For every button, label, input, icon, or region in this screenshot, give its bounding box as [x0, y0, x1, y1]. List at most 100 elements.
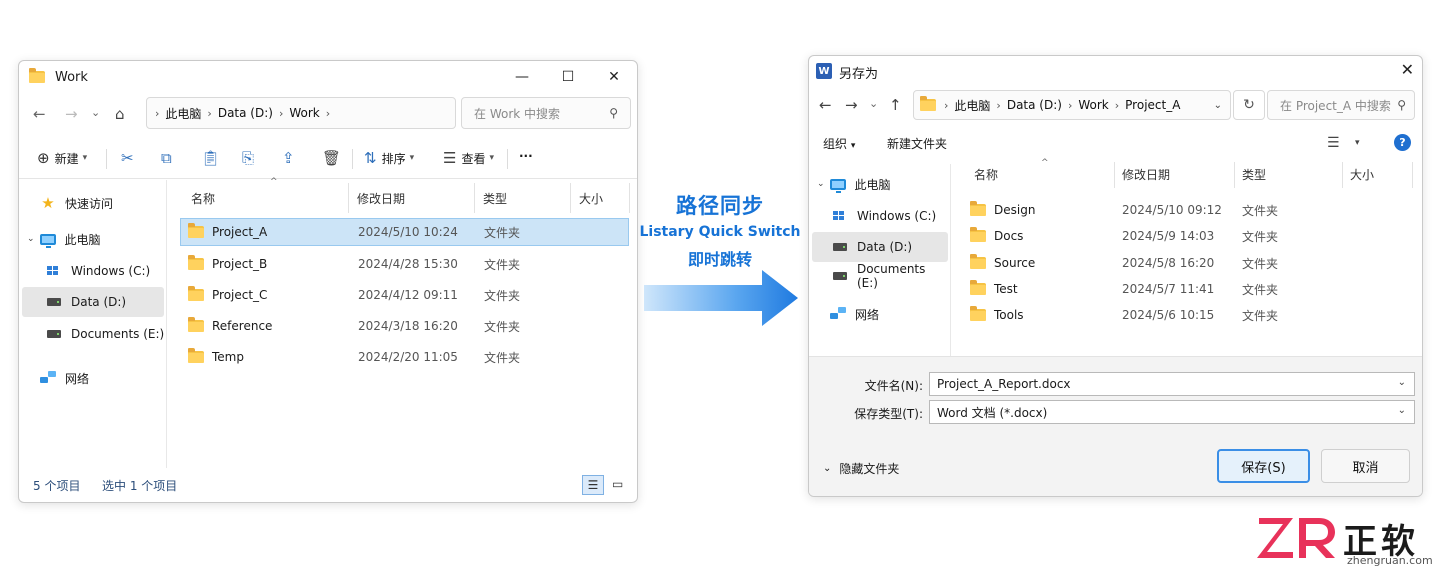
view-button[interactable]: ☰ 查看 ▾: [443, 149, 494, 167]
share-icon: ⇪: [282, 149, 295, 167]
sidebar-item-windows-c[interactable]: Windows (C:): [809, 201, 950, 231]
sidebar-item-documents-e[interactable]: Documents (E:): [809, 261, 950, 291]
column-header-date[interactable]: 修改日期: [1122, 166, 1170, 183]
delete-button[interactable]: 🗑︎: [322, 149, 346, 167]
thumbnail-view-icon[interactable]: ▭: [612, 477, 623, 491]
folder-icon: [188, 348, 204, 363]
filename-input[interactable]: Project_A_Report.docx ⌄: [929, 372, 1415, 396]
close-button[interactable]: ✕: [1401, 60, 1414, 79]
details-view-icon[interactable]: ☰: [582, 475, 604, 495]
table-row[interactable]: Project_B 2024/4/28 15:30 文件夹: [180, 250, 629, 278]
folder-icon: [188, 317, 204, 332]
search-input[interactable]: 在 Project_A 中搜索 ⚲: [1267, 90, 1415, 120]
column-header-name[interactable]: 名称: [191, 183, 215, 213]
table-row[interactable]: Reference 2024/3/18 16:20 文件夹: [180, 312, 629, 340]
row-type: 文件夹: [484, 350, 521, 365]
back-button[interactable]: ←: [819, 96, 832, 114]
forward-button[interactable]: →: [845, 96, 858, 114]
drive-icon: [833, 243, 847, 251]
more-button[interactable]: ···: [519, 149, 533, 163]
search-input[interactable]: 在 Work 中搜索 ⚲: [461, 97, 631, 129]
chevron-down-icon[interactable]: ⌄: [1398, 405, 1406, 416]
close-button[interactable]: ✕: [591, 61, 637, 93]
breadcrumb-item[interactable]: Data (D:): [218, 106, 273, 120]
row-date: 2024/5/6 10:15: [1122, 308, 1215, 322]
breadcrumb-item[interactable]: 此电脑: [165, 105, 201, 122]
column-header-date[interactable]: 修改日期: [357, 183, 405, 213]
column-header-name[interactable]: 名称: [974, 166, 998, 183]
help-icon[interactable]: ?: [1394, 134, 1411, 151]
share-button[interactable]: ⇪: [282, 149, 300, 167]
chevron-down-icon[interactable]: ⌄: [1398, 377, 1406, 388]
up-button[interactable]: ⌂: [115, 105, 125, 123]
back-button[interactable]: ←: [33, 105, 46, 123]
new-label: 新建: [54, 151, 79, 166]
cancel-button[interactable]: 取消: [1321, 449, 1410, 483]
sidebar-item-windows-c[interactable]: Windows (C:): [19, 256, 166, 286]
maximize-button[interactable]: ☐: [545, 61, 591, 93]
new-folder-button[interactable]: 新建文件夹: [887, 135, 947, 152]
table-row[interactable]: Tools 2024/5/6 10:15 文件夹: [970, 301, 1410, 329]
table-row[interactable]: Design 2024/5/10 09:12 文件夹: [970, 196, 1410, 224]
recent-locations-button[interactable]: ⌄: [869, 97, 878, 110]
table-row[interactable]: Project_A 2024/5/10 10:24 文件夹: [180, 218, 629, 246]
sidebar-item-network[interactable]: 网络: [809, 299, 950, 329]
cut-button[interactable]: ✂: [121, 149, 139, 167]
search-icon: ⚲: [609, 106, 618, 120]
sort-button[interactable]: ⇅ 排序 ▾: [364, 149, 414, 167]
sidebar-item-data-d[interactable]: Data (D:): [812, 232, 948, 262]
address-dropdown-icon[interactable]: ⌄: [1214, 100, 1222, 111]
status-selected-count: 选中 1 个项目: [102, 478, 178, 493]
breadcrumb-item[interactable]: Work: [289, 106, 319, 120]
table-row[interactable]: Test 2024/5/7 11:41 文件夹: [970, 275, 1410, 303]
sync-title: 路径同步: [676, 194, 764, 218]
save-button[interactable]: 保存(S): [1217, 449, 1310, 483]
breadcrumb-item[interactable]: Work: [1078, 98, 1108, 112]
row-name: Test: [994, 282, 1018, 296]
organize-button[interactable]: 组织 ▾: [823, 135, 855, 152]
paste-button[interactable]: 📋︎: [201, 149, 225, 167]
explorer-toolbar: ⊕ 新建 ▾ ✂ ⧉ 📋︎ ⎘ ⇪ 🗑︎ ⇅ 排序 ▾ ☰ 查看 ▾ ···: [19, 139, 637, 179]
sidebar-item-this-pc[interactable]: ⌄ 此电脑: [19, 224, 166, 254]
column-header-size[interactable]: 大小: [1350, 166, 1374, 183]
explorer-navbar: ← → ⌄ ⌂ › 此电脑 › Data (D:) › Work › 在 Wor…: [19, 97, 637, 133]
view-options-icon[interactable]: ☰: [1327, 135, 1340, 151]
breadcrumb-item[interactable]: Project_A: [1125, 98, 1180, 112]
sidebar-item-this-pc[interactable]: ⌄ 此电脑: [809, 169, 950, 199]
forward-button[interactable]: →: [65, 105, 78, 123]
address-bar[interactable]: › 此电脑 › Data (D:) › Work ›: [146, 97, 456, 129]
column-header-type[interactable]: 类型: [483, 183, 507, 213]
breadcrumb-item[interactable]: 此电脑: [954, 97, 990, 114]
refresh-button[interactable]: ↻: [1233, 90, 1265, 120]
address-bar[interactable]: › 此电脑 › Data (D:) › Work › Project_A ⌄: [913, 90, 1231, 120]
window-controls: — ☐ ✕: [499, 61, 637, 93]
new-button[interactable]: ⊕ 新建 ▾: [37, 149, 87, 167]
sidebar-item-network[interactable]: 网络: [19, 363, 166, 393]
hide-folders-toggle[interactable]: ⌄ 隐藏文件夹: [823, 460, 899, 477]
filetype-select[interactable]: Word 文档 (*.docx) ⌄: [929, 400, 1415, 424]
column-header-type[interactable]: 类型: [1242, 166, 1266, 183]
dialog-toolbar: 组织 ▾ 新建文件夹 ☰ ▾ ?: [809, 128, 1422, 158]
folder-icon: [29, 68, 45, 83]
file-explorer-window: Work — ☐ ✕ ← → ⌄ ⌂ › 此电脑 › Data (D:) › W…: [18, 60, 638, 503]
table-row[interactable]: Docs 2024/5/9 14:03 文件夹: [970, 222, 1410, 250]
chevron-down-icon[interactable]: ▾: [1355, 138, 1360, 148]
recent-locations-button[interactable]: ⌄: [91, 106, 100, 119]
minimize-button[interactable]: —: [499, 61, 545, 93]
up-button[interactable]: ↑: [889, 96, 902, 114]
sidebar-item-data-d[interactable]: Data (D:): [22, 287, 164, 317]
sort-ascending-icon: ^: [1041, 158, 1049, 168]
table-row[interactable]: Temp 2024/2/20 11:05 文件夹: [180, 343, 629, 371]
table-row[interactable]: Source 2024/5/8 16:20 文件夹: [970, 249, 1410, 277]
breadcrumb-item[interactable]: Data (D:): [1007, 98, 1062, 112]
sidebar-item-quick-access[interactable]: ★ 快速访问: [19, 188, 166, 218]
row-name: Project_C: [212, 288, 268, 302]
table-row[interactable]: Project_C 2024/4/12 09:11 文件夹: [180, 281, 629, 309]
column-header-size[interactable]: 大小: [579, 183, 603, 213]
sort-label: 排序: [381, 151, 406, 166]
copy-button[interactable]: ⧉: [161, 149, 177, 167]
sidebar-item-documents-e[interactable]: Documents (E:): [19, 319, 166, 349]
rename-button[interactable]: ⎘: [242, 149, 259, 167]
filename-value: Project_A_Report.docx: [937, 377, 1071, 391]
sync-subtitle-2: 即时跳转: [687, 250, 752, 269]
